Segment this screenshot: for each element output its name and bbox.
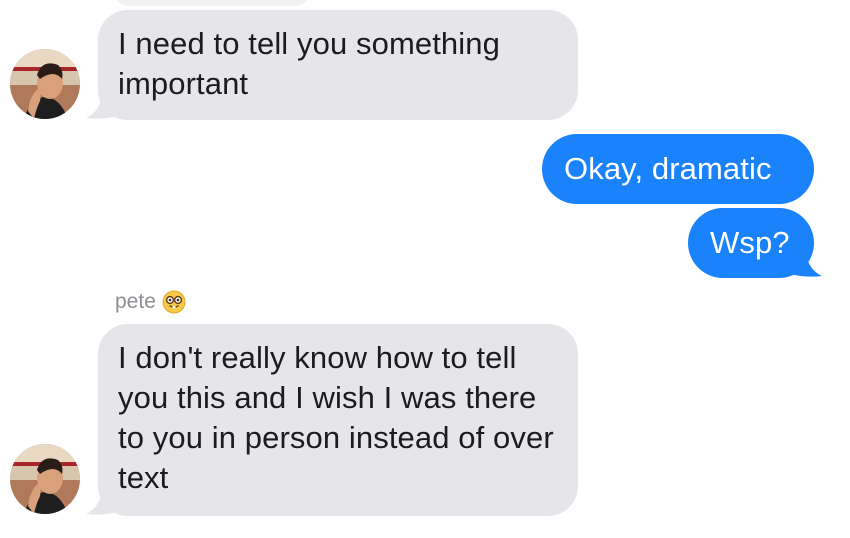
message-bubble-outgoing[interactable]: Okay, dramatic bbox=[542, 134, 814, 204]
contact-avatar[interactable] bbox=[10, 49, 80, 119]
contact-avatar[interactable] bbox=[10, 444, 80, 514]
sender-name-label: pete bbox=[115, 290, 186, 314]
nerd-face-emoji-icon bbox=[162, 290, 186, 314]
sender-name: pete bbox=[115, 290, 156, 313]
message-thread: I need to tell you something important O… bbox=[0, 0, 850, 538]
message-bubble-incoming[interactable]: I need to tell you something important bbox=[98, 10, 578, 120]
message-bubble-outgoing[interactable]: Wsp? bbox=[688, 208, 814, 278]
message-bubble-incoming[interactable]: I don't really know how to tell you this… bbox=[98, 324, 578, 516]
avatar-photo bbox=[10, 444, 80, 514]
avatar-photo bbox=[10, 49, 80, 119]
previous-message-bubble-edge bbox=[112, 0, 312, 6]
